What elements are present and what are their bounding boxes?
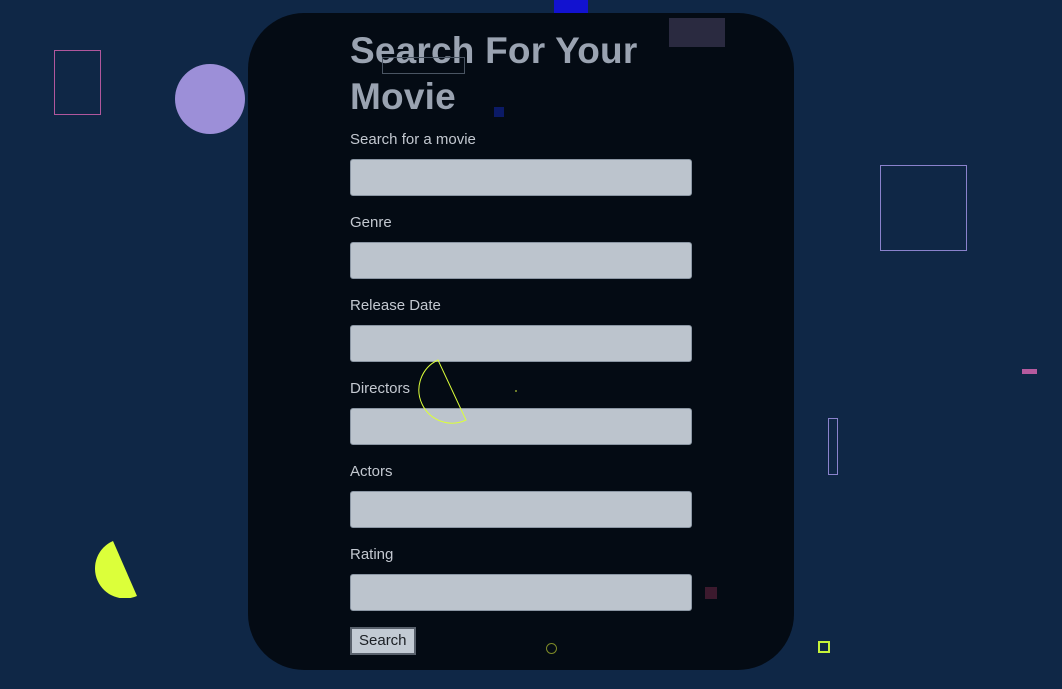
decor-pink-dash [1022, 369, 1037, 374]
release-date-input[interactable] [350, 325, 692, 362]
decor-lavender-square-outline [880, 165, 967, 251]
field-group-actors: Actors [350, 462, 692, 528]
search-button[interactable]: Search [350, 627, 416, 655]
actors-label: Actors [350, 463, 393, 480]
rating-input[interactable] [350, 574, 692, 611]
genre-label: Genre [350, 214, 392, 231]
field-group-directors: Directors [350, 379, 692, 445]
field-group-search: Search for a movie [350, 130, 692, 196]
decor-outline-rect-overlay [382, 57, 465, 74]
submit-row: Search [350, 627, 692, 655]
page-stage: Search For Your Movie Search for a movie… [0, 0, 1062, 689]
decor-yellow-half-circle-outline [416, 358, 470, 428]
decor-lavender-circle [175, 64, 245, 134]
rating-label: Rating [350, 546, 394, 563]
genre-input[interactable] [350, 242, 692, 279]
field-group-rating: Rating [350, 545, 692, 611]
decor-lavender-bar-outline [828, 418, 838, 475]
field-group-genre: Genre [350, 213, 692, 279]
field-group-release-date: Release Date [350, 296, 692, 362]
page-title-line-2: Movie [350, 76, 456, 117]
decor-maroon-square [705, 587, 717, 599]
decor-yellow-half-circle [94, 538, 140, 599]
decor-yellow-square-outline [818, 641, 830, 653]
search-label: Search for a movie [350, 131, 476, 148]
directors-input[interactable] [350, 408, 692, 445]
directors-label: Directors [350, 380, 411, 397]
release-date-label: Release Date [350, 297, 441, 314]
search-form: Search For Your Movie Search for a movie… [350, 28, 692, 655]
page-title: Search For Your Movie [350, 28, 692, 120]
decor-tiny-dot [515, 390, 517, 392]
search-input[interactable] [350, 159, 692, 196]
decor-pink-rect-outline [54, 50, 101, 115]
actors-input[interactable] [350, 491, 692, 528]
